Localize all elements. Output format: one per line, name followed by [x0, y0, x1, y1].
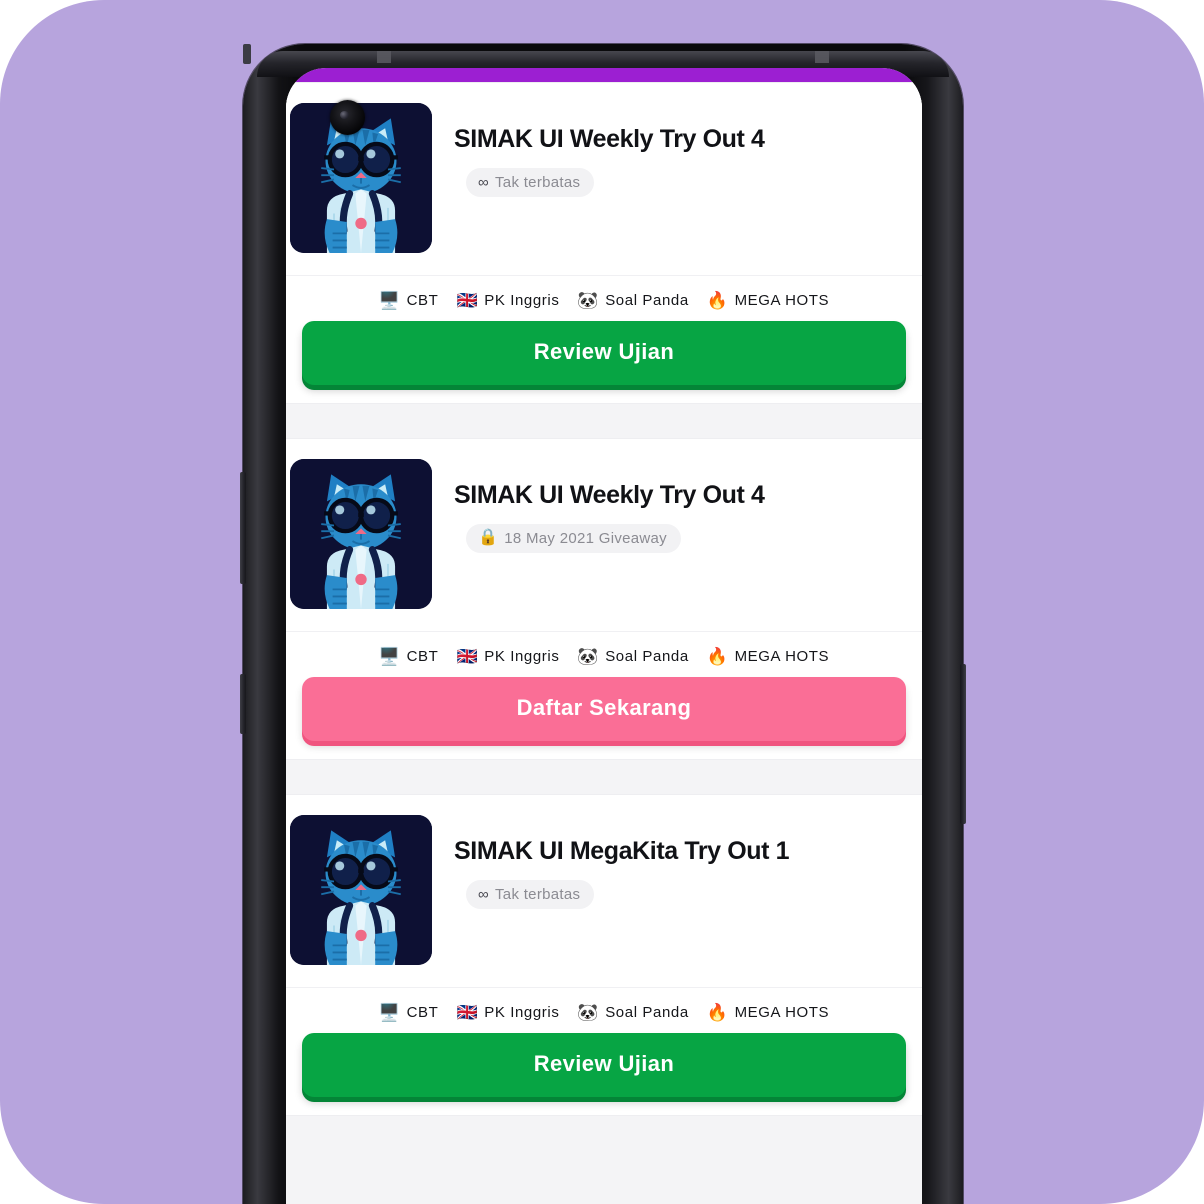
- monitor-icon: 🖥️: [378, 647, 401, 666]
- antenna-band-right: [815, 51, 829, 63]
- tryout-list-scroll[interactable]: SIMAK UI Weekly Try Out 4 ∞ Tak terbatas…: [286, 82, 922, 1204]
- avatar: [290, 815, 432, 965]
- status-badge: ∞ Tak terbatas: [466, 167, 595, 197]
- infinity-icon: ∞: [478, 173, 489, 191]
- tag-monitor: 🖥️ CBT: [379, 292, 439, 309]
- status-bar: [286, 68, 922, 82]
- tag-label: PK Inggris: [484, 1004, 560, 1021]
- card-header: SIMAK UI MegaKita Try Out 1 ∞ Tak terbat…: [286, 795, 922, 988]
- tags-row: 🖥️ CBT 🇬🇧 PK Inggris 🐼 Soal Panda 🔥 MEGA HOTS: [286, 988, 922, 1033]
- tag-uk-flag: 🇬🇧 PK Inggris: [456, 292, 559, 309]
- status-badge: 🔒 18 May 2021 Giveaway: [466, 523, 681, 553]
- status-badge: ∞ Tak terbatas: [466, 879, 595, 909]
- tag-label: CBT: [406, 1004, 439, 1021]
- tag-label: Soal Panda: [605, 1004, 689, 1021]
- tag-label: CBT: [406, 292, 439, 309]
- tag-panda: 🐼 Soal Panda: [577, 648, 688, 665]
- lock-icon: 🔒: [478, 529, 499, 547]
- badge-label: Tak terbatas: [495, 885, 581, 903]
- tag-label: PK Inggris: [484, 648, 560, 665]
- infinity-icon: ∞: [478, 885, 489, 903]
- card-title: SIMAK UI MegaKita Try Out 1: [454, 837, 790, 865]
- cta-wrapper: Daftar Sekarang: [286, 677, 922, 759]
- tag-panda: 🐼 Soal Panda: [577, 292, 688, 309]
- uk-flag-icon: 🇬🇧: [456, 291, 479, 310]
- uk-flag-icon: 🇬🇧: [456, 1003, 479, 1022]
- badge-label: Tak terbatas: [495, 173, 581, 191]
- tag-label: MEGA HOTS: [734, 648, 830, 665]
- tryout-card-2[interactable]: SIMAK UI Weekly Try Out 4 🔒 18 May 2021 …: [286, 438, 922, 760]
- tag-label: PK Inggris: [484, 292, 560, 309]
- microphone-port: [243, 44, 251, 64]
- tryout-card-1[interactable]: SIMAK UI Weekly Try Out 4 ∞ Tak terbatas…: [286, 82, 922, 404]
- tag-fire: 🔥 MEGA HOTS: [707, 1004, 829, 1021]
- monitor-icon: 🖥️: [378, 291, 401, 310]
- panda-icon: 🐼: [577, 291, 600, 310]
- tag-label: Soal Panda: [605, 648, 689, 665]
- tryout-card-3[interactable]: SIMAK UI MegaKita Try Out 1 ∞ Tak terbat…: [286, 794, 922, 1116]
- cta-button-review-ujian[interactable]: Review Ujian: [302, 1033, 906, 1097]
- tag-label: CBT: [406, 648, 439, 665]
- card-header: SIMAK UI Weekly Try Out 4 ∞ Tak terbatas: [286, 83, 922, 276]
- assistant-side-button[interactable]: [240, 674, 246, 734]
- volume-rocker-button[interactable]: [240, 472, 246, 584]
- tag-label: MEGA HOTS: [734, 292, 830, 309]
- tag-uk-flag: 🇬🇧 PK Inggris: [456, 1004, 559, 1021]
- fire-icon: 🔥: [706, 291, 729, 310]
- card-header: SIMAK UI Weekly Try Out 4 🔒 18 May 2021 …: [286, 439, 922, 632]
- tag-label: Soal Panda: [605, 292, 689, 309]
- power-button[interactable]: [960, 664, 966, 824]
- tag-label: MEGA HOTS: [734, 1004, 830, 1021]
- tag-panda: 🐼 Soal Panda: [577, 1004, 688, 1021]
- card-header-text: SIMAK UI Weekly Try Out 4 🔒 18 May 2021 …: [432, 459, 922, 553]
- front-camera-icon: [330, 100, 365, 135]
- tag-monitor: 🖥️ CBT: [379, 1004, 439, 1021]
- panda-icon: 🐼: [577, 1003, 600, 1022]
- tag-fire: 🔥 MEGA HOTS: [707, 648, 829, 665]
- fire-icon: 🔥: [706, 1003, 729, 1022]
- panda-icon: 🐼: [577, 647, 600, 666]
- fire-icon: 🔥: [706, 647, 729, 666]
- cta-button-review-ujian[interactable]: Review Ujian: [302, 321, 906, 385]
- tag-fire: 🔥 MEGA HOTS: [707, 292, 829, 309]
- antenna-band-left: [377, 51, 391, 63]
- tag-monitor: 🖥️ CBT: [379, 648, 439, 665]
- tag-uk-flag: 🇬🇧 PK Inggris: [456, 648, 559, 665]
- tags-row: 🖥️ CBT 🇬🇧 PK Inggris 🐼 Soal Panda 🔥 MEGA HOTS: [286, 632, 922, 677]
- uk-flag-icon: 🇬🇧: [456, 647, 479, 666]
- cta-button-daftar-sekarang[interactable]: Daftar Sekarang: [302, 677, 906, 741]
- card-header-text: SIMAK UI MegaKita Try Out 1 ∞ Tak terbat…: [432, 815, 922, 909]
- avatar: [290, 459, 432, 609]
- card-title: SIMAK UI Weekly Try Out 4: [454, 481, 765, 509]
- card-separator: [286, 404, 922, 438]
- page-background: SIMAK UI Weekly Try Out 4 ∞ Tak terbatas…: [0, 0, 1204, 1204]
- cta-wrapper: Review Ujian: [286, 1033, 922, 1115]
- monitor-icon: 🖥️: [378, 1003, 401, 1022]
- card-header-text: SIMAK UI Weekly Try Out 4 ∞ Tak terbatas: [432, 103, 922, 197]
- phone-screen: SIMAK UI Weekly Try Out 4 ∞ Tak terbatas…: [286, 68, 922, 1204]
- badge-label: 18 May 2021 Giveaway: [504, 529, 667, 547]
- card-separator: [286, 760, 922, 794]
- cta-wrapper: Review Ujian: [286, 321, 922, 403]
- tags-row: 🖥️ CBT 🇬🇧 PK Inggris 🐼 Soal Panda 🔥 MEGA HOTS: [286, 276, 922, 321]
- card-title: SIMAK UI Weekly Try Out 4: [454, 125, 765, 153]
